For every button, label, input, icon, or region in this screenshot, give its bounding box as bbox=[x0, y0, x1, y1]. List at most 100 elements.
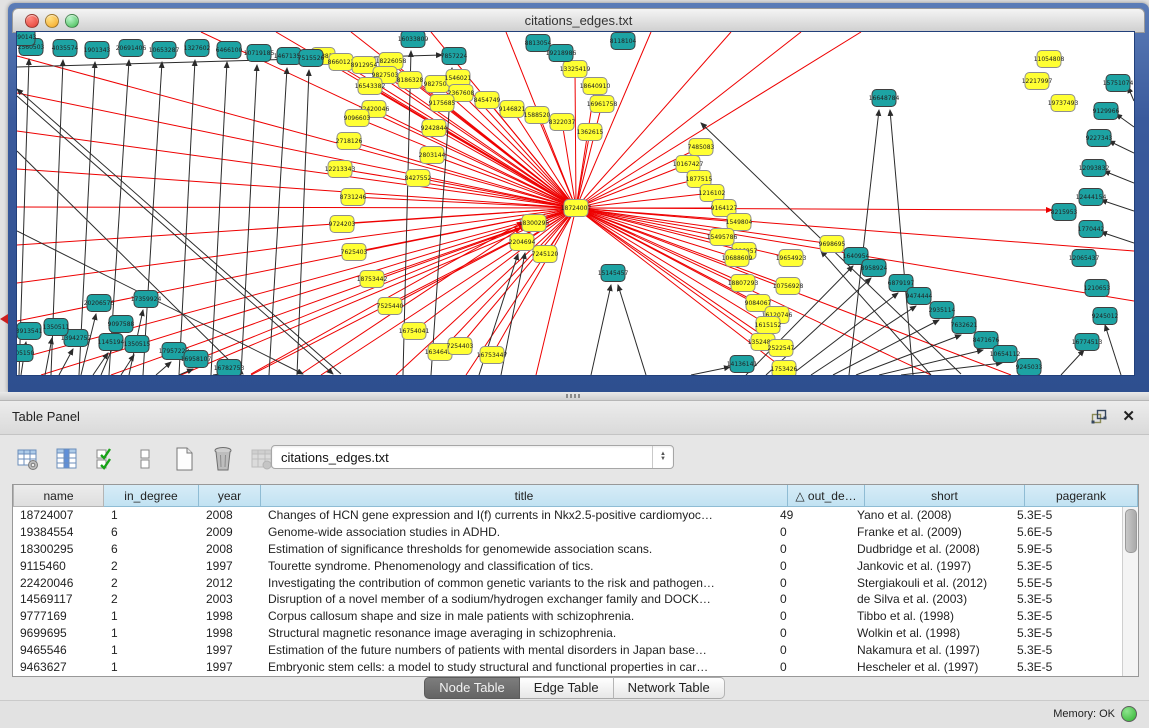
float-panel-icon[interactable] bbox=[1091, 409, 1107, 425]
graph-node[interactable]: 8118104 bbox=[610, 33, 637, 50]
new-column-icon[interactable] bbox=[170, 445, 198, 473]
table-row[interactable]: 946362711997Embryonic stem cells: a mode… bbox=[13, 658, 1123, 675]
graph-node[interactable]: 9175685 bbox=[429, 95, 456, 112]
graph-node[interactable]: 1350515 bbox=[124, 336, 151, 353]
graph-node[interactable]: 9242844 bbox=[421, 120, 448, 137]
deselect-icon[interactable] bbox=[131, 445, 159, 473]
graph-node[interactable]: 16648784 bbox=[869, 90, 900, 107]
delete-column-icon[interactable] bbox=[209, 445, 237, 473]
graph-node[interactable]: 10167427 bbox=[673, 156, 704, 173]
column-header-pagerank[interactable]: pagerank bbox=[1025, 485, 1138, 507]
graph-node[interactable]: 18807293 bbox=[728, 275, 759, 292]
graph-node[interactable]: 15495786 bbox=[707, 229, 738, 246]
graph-node[interactable]: 9245033 bbox=[1016, 359, 1043, 376]
close-panel-icon[interactable]: ✕ bbox=[1122, 407, 1135, 425]
graph-node[interactable]: 12093832 bbox=[1079, 160, 1110, 177]
table-row[interactable]: 1830029562008Estimation of significance … bbox=[13, 541, 1123, 558]
graph-node[interactable]: 1615152 bbox=[755, 317, 782, 334]
column-header-short[interactable]: short bbox=[865, 485, 1025, 507]
divider-grip-icon[interactable] bbox=[566, 394, 582, 398]
graph-node[interactable]: 17359924 bbox=[131, 291, 162, 308]
column-select-icon[interactable] bbox=[53, 445, 81, 473]
table-row[interactable]: 946554611997Estimation of the future num… bbox=[13, 641, 1123, 658]
graph-node[interactable]: 9146821 bbox=[499, 101, 526, 118]
graph-node[interactable]: 1753426 bbox=[771, 361, 798, 376]
graph-node[interactable]: 7632621 bbox=[951, 317, 978, 334]
split-pane-divider[interactable] bbox=[0, 392, 1149, 400]
graph-node[interactable]: 8427552 bbox=[405, 170, 432, 187]
graph-node[interactable]: 2935114 bbox=[929, 302, 956, 319]
graph-node[interactable]: 20206576 bbox=[84, 295, 115, 312]
graph-node[interactable]: 8731246 bbox=[340, 189, 367, 206]
graph-node[interactable]: 16958107 bbox=[181, 351, 212, 368]
column-header-year[interactable]: year bbox=[199, 485, 261, 507]
window-titlebar[interactable]: citations_edges.txt bbox=[12, 8, 1145, 33]
graph-node[interactable]: 1588520 bbox=[524, 107, 551, 124]
table-row[interactable]: 911546021997Tourette syndrome. Phenomeno… bbox=[13, 557, 1123, 574]
graph-node[interactable]: 9227343 bbox=[1086, 130, 1113, 147]
tab-node-table[interactable]: Node Table bbox=[424, 677, 520, 699]
column-header-name[interactable]: name bbox=[13, 485, 104, 507]
graph-node[interactable]: 13325419 bbox=[560, 61, 591, 78]
graph-node[interactable]: 12217997 bbox=[1022, 73, 1053, 90]
table-row[interactable]: 977716911998Corpus callosum shape and si… bbox=[13, 608, 1123, 625]
graph-node[interactable]: 1362615 bbox=[577, 124, 604, 141]
graph-node[interactable]: 2803144 bbox=[419, 147, 446, 164]
graph-node[interactable]: 16774513 bbox=[1072, 334, 1103, 351]
graph-node[interactable]: 2522547 bbox=[768, 340, 795, 357]
table-row[interactable]: 1456911722003Disruption of a novel membe… bbox=[13, 591, 1123, 608]
graph-node[interactable]: 7525440 bbox=[377, 298, 404, 315]
tab-network-table[interactable]: Network Table bbox=[614, 677, 725, 699]
table-row[interactable]: 1938455462009Genome-wide association stu… bbox=[13, 524, 1123, 541]
graph-node[interactable]: 9698695 bbox=[819, 236, 846, 253]
column-header-in_degree[interactable]: in_degree bbox=[104, 485, 199, 507]
graph-node[interactable]: 18753442 bbox=[357, 271, 388, 288]
vertical-scrollbar[interactable] bbox=[1122, 507, 1138, 676]
network-canvas[interactable]: 7663822866012389129541822605898275038186… bbox=[16, 31, 1135, 376]
graph-node[interactable]: 9245012 bbox=[1092, 308, 1119, 325]
graph-node[interactable]: 3913541 bbox=[17, 323, 43, 340]
select-all-icon[interactable] bbox=[92, 445, 120, 473]
graph-node[interactable]: 9129966 bbox=[1093, 103, 1120, 120]
graph-node[interactable]: 8454749 bbox=[474, 92, 501, 109]
graph-node[interactable]: 8958924 bbox=[861, 260, 888, 277]
graph-node[interactable]: 16033809 bbox=[398, 32, 429, 48]
graph-node[interactable]: 9505150 bbox=[17, 345, 35, 362]
graph-node[interactable]: 10654112 bbox=[990, 346, 1021, 363]
graph-node[interactable]: 9097588 bbox=[108, 316, 135, 333]
graph-node[interactable]: 19737493 bbox=[1048, 95, 1079, 112]
graph-node[interactable]: 10653287 bbox=[149, 42, 180, 59]
graph-node[interactable]: 20691406 bbox=[116, 40, 147, 57]
graph-node[interactable]: 1327602 bbox=[184, 40, 211, 57]
graph-node[interactable]: 4035574 bbox=[52, 40, 79, 57]
graph-node[interactable]: 16782753 bbox=[214, 360, 245, 376]
graph-node[interactable]: 10756928 bbox=[773, 278, 804, 295]
graph-node[interactable]: 1990143 bbox=[17, 32, 37, 46]
graph-node[interactable]: 8186328 bbox=[397, 72, 424, 89]
table-row[interactable]: 2242004622012Investigating the contribut… bbox=[13, 574, 1123, 591]
graph-node[interactable]: 1901343 bbox=[84, 42, 111, 59]
graph-node[interactable]: 2204694 bbox=[509, 234, 536, 251]
memory-ok-indicator-icon[interactable] bbox=[1121, 706, 1137, 722]
graph-node[interactable]: 8215953 bbox=[1051, 204, 1078, 221]
graph-node[interactable]: 1350511 bbox=[43, 319, 70, 336]
graph-node[interactable]: 1145194 bbox=[98, 334, 125, 351]
graph-node[interactable]: 1549804 bbox=[726, 214, 753, 231]
graph-node[interactable]: 7625403 bbox=[341, 244, 368, 261]
graph-node[interactable]: 2718126 bbox=[336, 133, 363, 150]
graph-node[interactable]: 10719185 bbox=[244, 45, 275, 62]
table-settings-icon[interactable] bbox=[14, 445, 42, 473]
column-header-title[interactable]: title bbox=[261, 485, 788, 507]
table-row[interactable]: 969969511998Structural magnetic resonanc… bbox=[13, 625, 1123, 642]
graph-node[interactable]: 16961758 bbox=[587, 96, 618, 113]
graph-node[interactable]: 7485083 bbox=[688, 139, 715, 156]
graph-node[interactable]: 6466100 bbox=[216, 42, 243, 59]
graph-node[interactable]: 1770442 bbox=[1078, 221, 1105, 238]
graph-node[interactable]: 1210653 bbox=[1084, 280, 1111, 297]
graph-node[interactable]: 16754041 bbox=[399, 323, 430, 340]
graph-node[interactable]: 19218986 bbox=[546, 45, 577, 62]
graph-node[interactable]: 19654923 bbox=[776, 250, 807, 267]
graph-node[interactable]: 10688609 bbox=[722, 250, 753, 267]
graph-node[interactable]: 18300295 bbox=[519, 215, 550, 232]
table-selector-dropdown[interactable]: citations_edges.txt ▲▼ bbox=[271, 445, 674, 469]
